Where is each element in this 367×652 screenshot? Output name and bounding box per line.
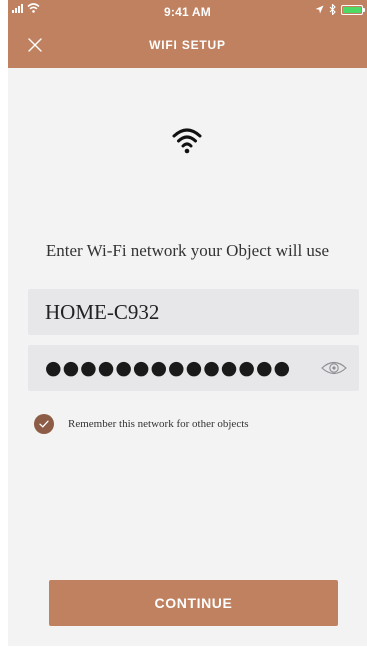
network-name-input[interactable] [28,289,359,335]
network-name-field [28,289,359,335]
wifi-icon [172,128,202,154]
remember-network-checkbox[interactable]: Remember this network for other objects [34,414,249,434]
app-screen: 9:41 AM WIFI SETUP Enter Wi-Fi network y… [8,0,367,646]
bluetooth-icon [329,4,336,15]
checkmark-icon [34,414,54,434]
remember-network-label: Remember this network for other objects [68,418,249,430]
network-prompt: Enter Wi-Fi network your Object will use [45,241,330,260]
password-masked-value: ●●●●●●●●●●●●●● [45,357,292,379]
password-field[interactable]: ●●●●●●●●●●●●●● [28,345,359,391]
location-icon [315,5,324,14]
status-right [315,4,365,15]
nav-bar: WIFI SETUP [8,22,367,68]
battery-icon [341,4,365,15]
eye-icon[interactable] [321,358,347,378]
page-title: WIFI SETUP [149,38,226,52]
status-time: 9:41 AM [164,5,211,19]
header-bar: 9:41 AM WIFI SETUP [8,0,367,68]
continue-button[interactable]: CONTINUE [49,580,338,626]
status-bar: 9:41 AM [8,0,367,22]
